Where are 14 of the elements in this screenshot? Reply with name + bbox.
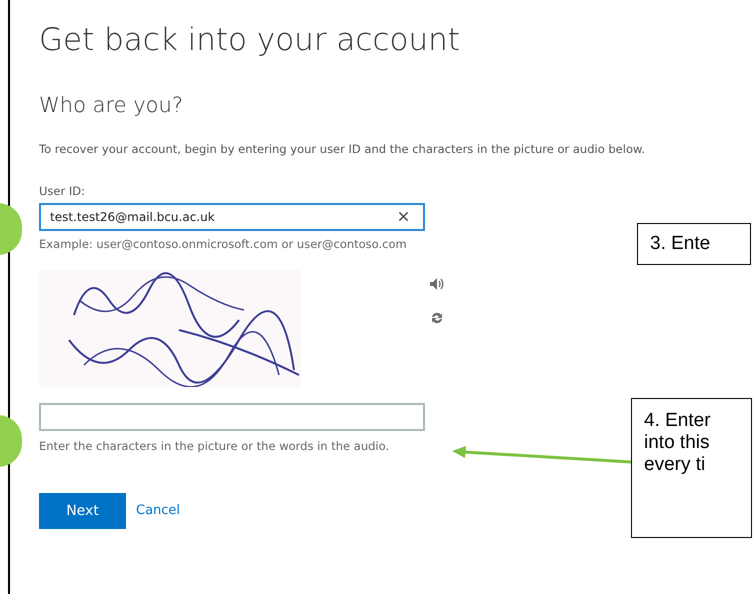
captcha-hint: Enter the characters in the picture or the words in the audio. [39,438,390,455]
callout-text: 3. Ente [637,223,752,265]
speaker-icon[interactable] [430,278,444,290]
field-label: User ID: [39,183,85,200]
page-subtitle: Who are you? [39,92,183,119]
callout-text: 4. Enter into this every ti [631,398,752,538]
instructions-text: To recover your account, begin by entering your user ID and the characters in the picture or audio below. [39,141,645,158]
example-text: Example: user@contoso.onmicrosoft.com or user@contoso.com [39,236,407,252]
captcha-field[interactable] [39,402,425,431]
next-button[interactable]: Next [39,493,126,529]
page-title: Get back into your account [39,21,460,60]
user-id-field[interactable]: test.test26@mail.bcu.ac.uk [39,202,425,230]
refresh-icon[interactable] [430,310,444,325]
cancel-link[interactable]: Cancel [136,501,180,521]
